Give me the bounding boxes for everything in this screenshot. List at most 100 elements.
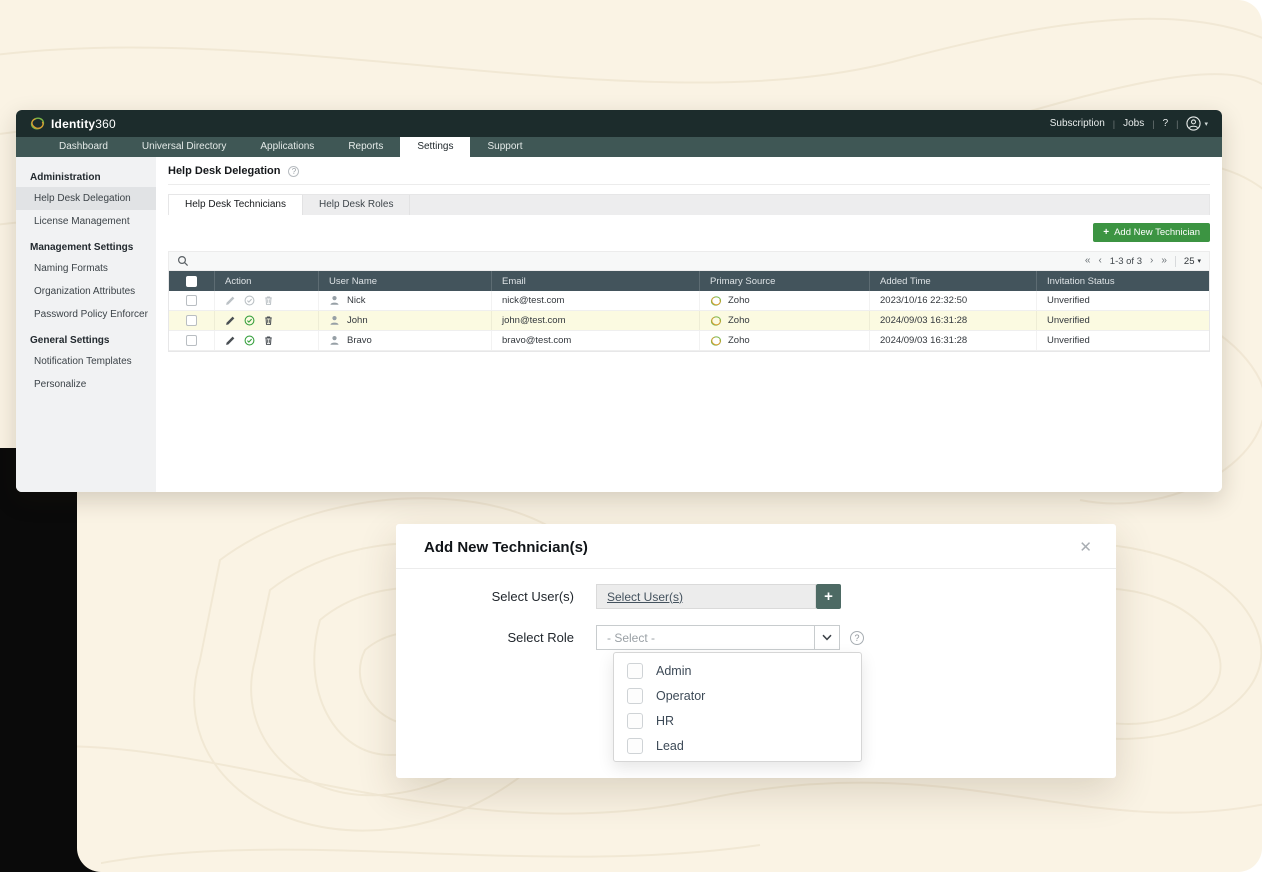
delete-icon[interactable] [263, 295, 274, 306]
nav-support[interactable]: Support [470, 137, 539, 157]
invitation-status: Unverified [1036, 291, 1209, 310]
pagination-next-button[interactable]: › [1150, 256, 1153, 266]
user-icon [330, 296, 339, 305]
sidebar-item-help-desk-delegation[interactable]: Help Desk Delegation [16, 187, 156, 210]
search-icon[interactable] [177, 255, 189, 267]
edit-icon[interactable] [225, 335, 236, 346]
col-primary-source: Primary Source [699, 271, 869, 291]
help-menu-button[interactable]: ? [1163, 118, 1169, 129]
sidebar-item-personalize[interactable]: Personalize [16, 373, 156, 396]
modal-header: Add New Technician(s) ✕ [396, 524, 1116, 569]
delete-icon[interactable] [263, 315, 274, 326]
role-option-operator[interactable]: Operator [614, 683, 861, 708]
enable-icon[interactable] [244, 315, 255, 326]
plus-icon: + [1103, 227, 1110, 238]
chevron-down-icon[interactable] [814, 626, 839, 649]
sidebar-section-administration: Administration [30, 172, 101, 183]
user-email: nick@test.com [491, 291, 699, 310]
account-menu[interactable]: ▾ [1186, 116, 1208, 131]
row-checkbox[interactable] [186, 295, 197, 306]
page-title: Help Desk Delegation [168, 165, 281, 177]
sidebar-section-general-settings: General Settings [30, 335, 110, 346]
edit-icon[interactable] [225, 295, 236, 306]
role-checkbox[interactable] [627, 662, 643, 679]
select-users-link[interactable]: Select User(s) [607, 590, 683, 604]
added-time: 2024/09/03 16:31:28 [869, 311, 1036, 330]
decorative-black-card [0, 448, 77, 872]
role-option-hr[interactable]: HR [614, 708, 861, 733]
role-option-label: Operator [656, 688, 706, 703]
role-option-label: HR [656, 713, 675, 728]
select-all-checkbox[interactable] [186, 275, 197, 287]
brand-bold: Identity [51, 116, 96, 131]
page-size-value: 25 [1183, 255, 1195, 267]
page-size-select[interactable]: 25 ▾ [1184, 256, 1201, 267]
row-actions [214, 331, 318, 350]
nav-settings[interactable]: Settings [400, 137, 471, 157]
enable-icon[interactable] [244, 335, 255, 346]
select-users-label: Select User(s) [491, 589, 574, 604]
identity360-logo-icon [30, 117, 45, 130]
add-users-button[interactable]: + [816, 584, 841, 609]
table-header-row: Action User Name Email Primary Source Ad… [169, 271, 1209, 291]
role-checkbox[interactable] [627, 687, 643, 704]
sidebar-item-license-management[interactable]: License Management [16, 210, 156, 233]
nav-reports[interactable]: Reports [331, 137, 400, 157]
sidebar-item-password-policy-enforcer[interactable]: Password Policy Enforcer [16, 303, 156, 326]
role-options-panel: Admin Operator HR Lead [613, 652, 862, 762]
source-name: Zoho [728, 295, 750, 306]
actions-row: + Add New Technician [168, 223, 1210, 242]
col-user-name: User Name [318, 271, 491, 291]
pagination-divider [1174, 255, 1176, 267]
caret-down-icon: ▾ [1204, 120, 1208, 128]
user-icon [330, 316, 339, 325]
tab-help-desk-technicians[interactable]: Help Desk Technicians [169, 195, 303, 215]
tabstrip: Help Desk Technicians Help Desk Roles [168, 194, 1210, 215]
zoho-source-icon [710, 315, 722, 326]
sidebar-item-naming-formats[interactable]: Naming Formats [16, 257, 156, 280]
add-new-technician-modal: Add New Technician(s) ✕ Select User(s) S… [396, 524, 1116, 778]
pagination-range: 1-3 of 3 [1109, 255, 1142, 267]
col-email: Email [491, 271, 699, 291]
col-action: Action [214, 271, 318, 291]
page-help-icon[interactable]: ? [288, 165, 300, 177]
brand-regular: 360 [95, 116, 116, 131]
nav-applications[interactable]: Applications [243, 137, 331, 157]
role-checkbox[interactable] [627, 737, 643, 754]
app-topbar: Identity360 Subscription | Jobs | ? | ▾ [16, 110, 1222, 137]
nav-dashboard[interactable]: Dashboard [42, 137, 125, 157]
role-checkbox[interactable] [627, 712, 643, 729]
delete-icon[interactable] [263, 335, 274, 346]
add-new-technician-button[interactable]: + Add New Technician [1093, 223, 1210, 242]
pagination-prev-button[interactable]: ‹ [1098, 256, 1101, 266]
add-new-technician-label: Add New Technician [1114, 227, 1200, 238]
role-help-icon[interactable]: ? [850, 630, 864, 645]
sidebar-item-notification-templates[interactable]: Notification Templates [16, 350, 156, 373]
added-time: 2023/10/16 22:32:50 [869, 291, 1036, 310]
nav-universal-directory[interactable]: Universal Directory [125, 137, 243, 157]
row-checkbox[interactable] [186, 335, 197, 346]
tab-help-desk-roles[interactable]: Help Desk Roles [303, 195, 411, 215]
role-option-admin[interactable]: Admin [614, 658, 861, 683]
edit-icon[interactable] [225, 315, 236, 326]
subscription-link[interactable]: Subscription [1050, 118, 1105, 129]
jobs-link[interactable]: Jobs [1123, 118, 1144, 129]
select-role-dropdown[interactable]: - Select - [596, 625, 840, 650]
close-icon[interactable]: ✕ [1079, 540, 1092, 555]
role-option-lead[interactable]: Lead [614, 733, 861, 758]
added-time: 2024/09/03 16:31:28 [869, 331, 1036, 350]
sidebar-section-management-settings: Management Settings [30, 242, 134, 253]
topbar-divider: | [1176, 118, 1179, 129]
user-name: Nick [347, 295, 366, 306]
pagination: « ‹ 1-3 of 3 › » 25 ▾ [1085, 255, 1201, 267]
user-name: Bravo [347, 335, 372, 346]
pagination-first-button[interactable]: « [1085, 256, 1091, 266]
enable-icon[interactable] [244, 295, 255, 306]
invitation-status: Unverified [1036, 311, 1209, 330]
select-users-field[interactable]: Select User(s) [596, 584, 816, 609]
main-nav: Dashboard Universal Directory Applicatio… [16, 137, 1222, 157]
row-checkbox[interactable] [186, 315, 197, 326]
pagination-last-button[interactable]: » [1161, 256, 1167, 266]
sidebar-item-organization-attributes[interactable]: Organization Attributes [16, 280, 156, 303]
plus-icon: + [824, 588, 833, 605]
